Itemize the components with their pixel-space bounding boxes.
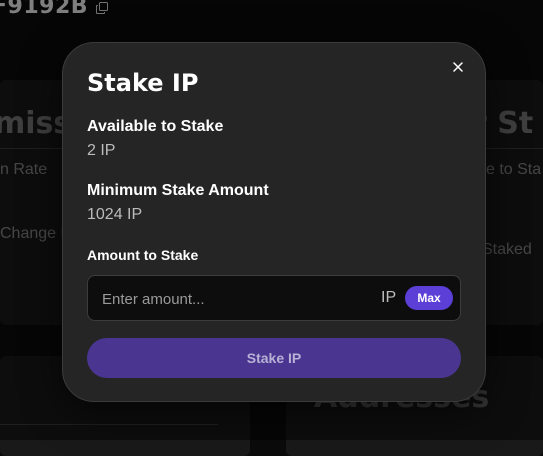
amount-input-group: IP Max — [87, 275, 461, 322]
stake-modal: Stake IP Available to Stake 2 IP Minimum… — [62, 42, 486, 402]
close-icon — [453, 62, 463, 72]
modal-title: Stake IP — [87, 69, 199, 97]
amount-to-stake-label: Amount to Stake — [87, 247, 199, 263]
minimum-stake-label: Minimum Stake Amount — [87, 182, 269, 199]
stake-submit-button[interactable]: Stake IP — [87, 338, 461, 378]
close-button[interactable] — [449, 58, 467, 76]
amount-input[interactable] — [100, 276, 364, 322]
available-to-stake-value: 2 IP — [87, 142, 116, 159]
max-button[interactable]: Max — [405, 286, 453, 310]
minimum-stake-value: 1024 IP — [87, 206, 143, 223]
available-to-stake-label: Available to Stake — [87, 118, 224, 135]
unit-label: IP — [381, 289, 397, 306]
